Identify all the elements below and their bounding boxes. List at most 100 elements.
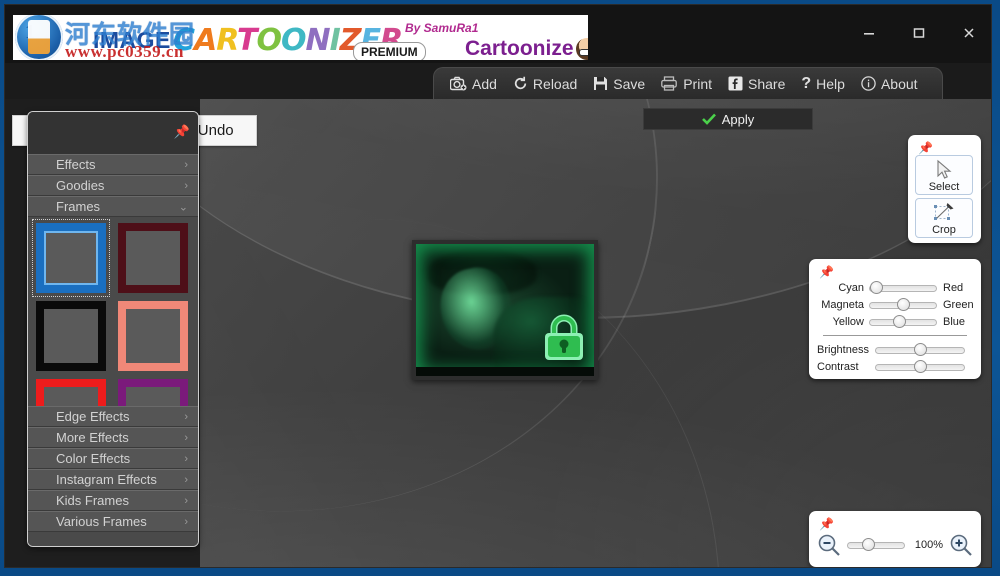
zoom-controls: 100% [817,533,973,557]
red-label: Red [943,281,964,294]
select-tool-label: Select [928,181,960,193]
sidebar-item-frames[interactable]: Frames ⌄ [28,196,198,217]
slider-thumb[interactable] [914,359,927,373]
cursor-arrow-icon [937,159,952,179]
chevron-right-icon: › [184,515,188,528]
pin-icon[interactable]: 📌 [819,265,834,279]
slider-row-brightness: Brightness [817,341,971,358]
magneta-label: Magneta [821,298,864,311]
toolbar-reload-button[interactable]: Reload [505,72,585,96]
magneta-green-slider[interactable] [869,297,937,312]
sidebar-item-kids-frames[interactable]: Kids Frames › [28,490,198,511]
toolbar-about-button[interactable]: About [853,72,926,96]
toolbar-share-label: Share [748,75,786,92]
frame-thumbnail[interactable] [36,379,106,406]
zoom-panel: 📌 100% [809,511,981,567]
site-brand: Cartoonizenet [465,37,588,60]
zoom-level-label: 100% [914,539,943,551]
chevron-down-icon: ⌄ [178,201,188,213]
printer-icon [661,76,678,91]
slider-thumb[interactable] [869,280,883,294]
frames-thumbnail-grid[interactable] [28,217,198,406]
app-logo-icon: 1 [15,15,63,60]
chevron-right-icon: › [184,410,188,423]
chevron-right-icon: › [184,473,188,486]
chevron-right-icon: › [184,179,188,192]
yellow-blue-slider[interactable] [869,314,937,329]
question-icon: ? [801,74,812,92]
contrast-slider[interactable] [875,359,965,374]
apply-button-label: Apply [721,111,755,127]
app-window: 1 IMAGE CARTOONIZER PREMIUM By SamuRa1 C… [4,4,992,568]
brightness-slider[interactable] [875,342,965,357]
slider-row-yellow-blue: Yellow Blue [817,313,971,330]
maximize-button[interactable] [905,21,933,45]
select-tool-button[interactable]: Select [915,155,973,195]
slider-thumb[interactable] [897,297,910,311]
frame-thumbnail[interactable] [32,219,110,297]
image-preview[interactable] [412,240,598,380]
frame-thumbnail[interactable] [118,223,188,293]
pin-icon[interactable]: 📌 [174,124,190,140]
premium-badge: PREMIUM [353,42,426,60]
frame-thumbnail[interactable] [118,379,188,406]
green-label: Green [943,298,974,311]
toolbar-add-button[interactable]: Add [442,72,505,96]
sidebar-item-label: Effects [56,157,96,172]
crop-tool-label: Crop [932,224,956,236]
photo-content [416,244,594,376]
tools-panel: 📌 Select Crop [908,135,981,243]
zoom-slider[interactable] [847,538,905,552]
sidebar-item-more-effects[interactable]: More Effects › [28,427,198,448]
sidebar-item-goodies[interactable]: Goodies › [28,175,198,196]
color-adjust-panel: 📌 Cyan Red Magneta Green Yellow Blue Bri… [809,259,981,379]
panel-divider [823,335,967,336]
sidebar-item-label: Color Effects [56,451,131,466]
photo-bottom-bar [416,367,594,376]
toolbar-save-button[interactable]: Save [585,72,653,96]
sidebar-item-label: More Effects [56,430,129,445]
sidebar-item-instagram-effects[interactable]: Instagram Effects › [28,469,198,490]
sidebar-item-various-frames[interactable]: Various Frames › [28,511,198,532]
crop-tool-button[interactable]: Crop [915,198,973,238]
sidebar-item-label: Kids Frames [56,493,129,508]
undo-label: Undo [197,122,234,139]
pin-icon[interactable]: 📌 [918,141,933,155]
pin-icon[interactable]: 📌 [819,517,834,531]
image-canvas[interactable]: Apply 📌 Select Crop 📌 Cyan Red Magneta G… [200,99,991,567]
magnifier-plus-icon[interactable] [949,533,973,557]
toolbar-share-button[interactable]: Share [720,72,793,96]
effects-sidebar: 📌 Effects › Goodies › Frames ⌄ Edge Effe… [27,111,199,547]
sidebar-item-color-effects[interactable]: Color Effects › [28,448,198,469]
slider-row-magneta-green: Magneta Green [817,296,974,313]
cyan-red-slider[interactable] [869,280,937,295]
frame-thumbnail[interactable] [118,301,188,371]
toolbar-help-button[interactable]: ? Help [793,71,853,97]
sidebar-item-effects[interactable]: Effects › [28,154,198,175]
close-button[interactable] [955,21,983,45]
sidebar-item-edge-effects[interactable]: Edge Effects › [28,406,198,427]
toolbar-save-label: Save [613,75,646,92]
slider-thumb[interactable] [892,314,906,328]
sidebar-item-label: Instagram Effects [56,472,157,487]
slider-thumb[interactable] [861,538,875,551]
sidebar-item-label: Goodies [56,178,105,193]
minimize-button[interactable] [855,21,883,45]
chevron-right-icon: › [184,494,188,507]
toolbar-help-label: Help [816,75,845,92]
frame-thumbnail[interactable] [36,301,106,371]
camera-icon [450,76,467,91]
chevron-right-icon: › [184,158,188,171]
info-icon [861,76,876,91]
sidebar-footer [28,532,198,546]
watermark-url: www.pc0359.cn [65,42,184,60]
toolbar-print-button[interactable]: Print [653,72,720,96]
apply-button[interactable]: Apply [643,108,813,130]
magnifier-minus-icon[interactable] [817,533,841,557]
contrast-label: Contrast [817,360,859,373]
main-toolbar: Add Reload Save Print Share ? Help About [433,67,943,99]
slider-thumb[interactable] [914,342,927,356]
reload-icon [513,76,528,91]
sidebar-item-label: Frames [56,199,101,214]
facebook-icon [728,76,743,91]
